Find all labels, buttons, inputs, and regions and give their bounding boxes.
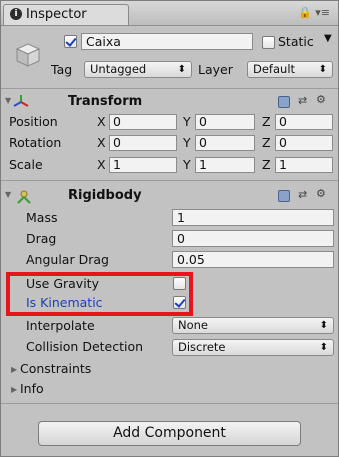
scale-x-field[interactable]: 1 (109, 157, 177, 173)
constraints-label[interactable]: Constraints (20, 361, 91, 376)
axis-y-label: Y (183, 157, 191, 172)
axis-z-label: Z (262, 135, 271, 150)
axis-x-label: X (97, 114, 106, 129)
object-header: Caixa Static ▼ Tag Untagged ⬍ Layer Defau… (1, 26, 338, 89)
rotation-x-field[interactable]: 0 (109, 135, 177, 151)
help-icon[interactable] (278, 96, 290, 108)
position-label: Position (9, 114, 58, 129)
rotation-label: Rotation (9, 135, 62, 150)
tab-label: Inspector (26, 7, 87, 22)
static-checkbox[interactable] (262, 36, 275, 49)
divider (1, 180, 338, 181)
rotation-y-field[interactable]: 0 (195, 135, 255, 151)
mass-field[interactable]: 1 (172, 209, 334, 226)
collision-detection-value: Discrete (178, 340, 226, 354)
tag-dropdown[interactable]: Untagged ⬍ (84, 61, 192, 78)
position-z-field[interactable]: 0 (275, 114, 333, 130)
gear-icon[interactable]: ⚙ (316, 93, 326, 106)
add-component-button[interactable]: Add Component (38, 421, 301, 446)
scale-z-field[interactable]: 1 (275, 157, 333, 173)
chevron-icon: ⬍ (177, 64, 186, 75)
layer-dropdown[interactable]: Default ⬍ (247, 61, 333, 78)
rotation-z-field[interactable]: 0 (275, 135, 333, 151)
gear-icon[interactable]: ⚙ (316, 187, 326, 200)
rigidbody-header[interactable]: ▼ Rigidbody ⇄ ⚙ (1, 186, 338, 206)
chevron-icon: ⬍ (319, 320, 328, 331)
highlight-box (6, 272, 193, 316)
axis-y-label: Y (183, 135, 191, 150)
scale-label: Scale (9, 157, 43, 172)
interpolate-label: Interpolate (26, 318, 95, 333)
lock-menu-icon[interactable]: 🔒 ▾≡ (298, 6, 330, 19)
static-dropdown-icon[interactable]: ▼ (324, 33, 332, 44)
foldout-arrow-icon[interactable]: ▶ (11, 365, 17, 374)
tag-value: Untagged (90, 62, 147, 76)
object-name-field[interactable]: Caixa (81, 33, 253, 50)
rigidbody-icon (17, 190, 31, 204)
divider (1, 403, 338, 404)
axis-z-label: Z (262, 114, 271, 129)
preset-icon[interactable]: ⇄ (298, 188, 307, 201)
interpolate-value: None (178, 318, 209, 332)
position-y-field[interactable]: 0 (195, 114, 255, 130)
preset-icon[interactable]: ⇄ (298, 94, 307, 107)
foldout-arrow-icon[interactable]: ▼ (5, 96, 11, 105)
cube-icon (15, 43, 41, 67)
axis-y-label: Y (183, 114, 191, 129)
active-checkbox[interactable] (64, 35, 77, 48)
layer-label: Layer (198, 62, 233, 77)
chevron-icon: ⬍ (318, 64, 327, 75)
scale-y-field[interactable]: 1 (195, 157, 255, 173)
info-label[interactable]: Info (20, 381, 44, 396)
transform-header[interactable]: ▼ Transform ⇄ ⚙ (1, 92, 338, 112)
tag-label: Tag (51, 62, 73, 77)
interpolate-dropdown[interactable]: None ⬍ (172, 317, 334, 334)
tab-inspector[interactable]: i Inspector (3, 4, 129, 25)
axis-x-label: X (97, 135, 106, 150)
transform-icon (13, 95, 29, 107)
angular-drag-label: Angular Drag (26, 252, 109, 267)
drag-field[interactable]: 0 (172, 230, 334, 247)
foldout-arrow-icon[interactable]: ▼ (5, 190, 11, 199)
inspector-window: i Inspector 🔒 ▾≡ Caixa Static ▼ Tag Unta… (0, 0, 339, 457)
static-label: Static (278, 34, 314, 49)
help-icon[interactable] (278, 190, 290, 202)
layer-value: Default (253, 62, 296, 76)
foldout-arrow-icon[interactable]: ▶ (11, 385, 17, 394)
drag-label: Drag (26, 231, 57, 246)
position-x-field[interactable]: 0 (109, 114, 177, 130)
collision-detection-dropdown[interactable]: Discrete ⬍ (172, 339, 334, 356)
axis-x-label: X (97, 157, 106, 172)
collision-detection-label: Collision Detection (26, 339, 144, 354)
info-icon: i (10, 8, 22, 20)
transform-title: Transform (68, 94, 143, 109)
mass-label: Mass (26, 210, 58, 225)
tab-bar: i Inspector 🔒 ▾≡ (1, 1, 338, 26)
rigidbody-title: Rigidbody (68, 188, 142, 203)
axis-z-label: Z (262, 157, 271, 172)
chevron-icon: ⬍ (319, 342, 328, 353)
angular-drag-field[interactable]: 0.05 (172, 251, 334, 268)
